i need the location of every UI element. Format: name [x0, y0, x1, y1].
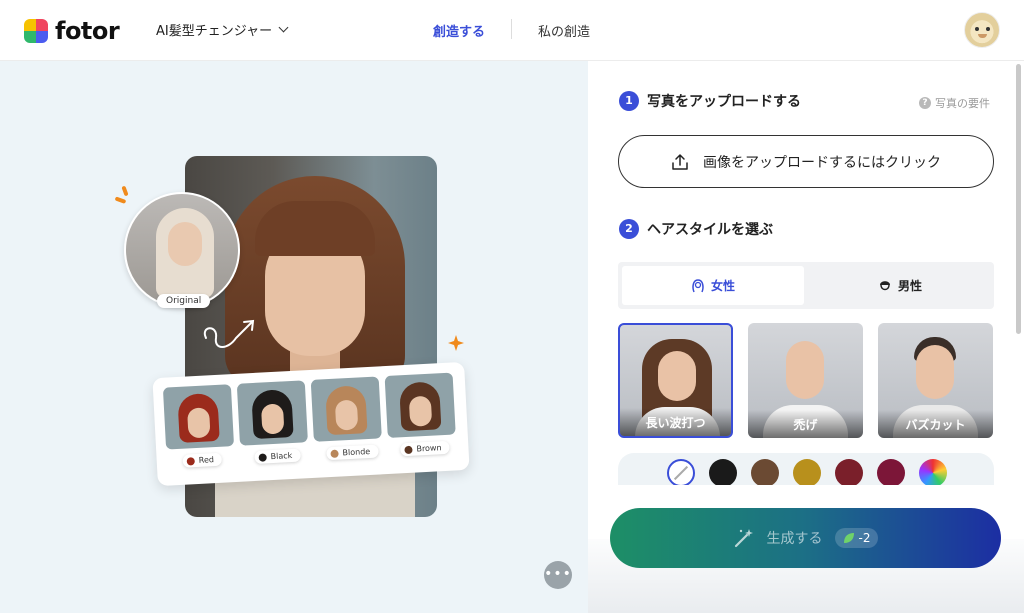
nav-create-tab[interactable]: 創造する: [433, 21, 485, 40]
panel-scrollbar[interactable]: [1016, 64, 1021, 334]
color-rainbow-option[interactable]: [919, 459, 947, 485]
upload-image-button[interactable]: 画像をアップロードするにはクリック: [618, 135, 994, 188]
sparkle-icon: [115, 186, 129, 204]
magic-wand-icon: [734, 529, 753, 548]
tab-female[interactable]: 女性: [622, 266, 804, 305]
gender-tabs: 女性 男性: [618, 262, 994, 309]
photo-requirements-link[interactable]: ? 写真の要件: [919, 95, 990, 111]
step2-heading: 2 ヘアスタイルを選ぶ: [619, 219, 773, 239]
upload-button-label: 画像をアップロードするにはクリック: [703, 154, 941, 171]
swatch-red-photo: [162, 384, 235, 450]
swatch-blonde-photo: [310, 376, 382, 442]
swatch-label: Blonde: [326, 444, 379, 461]
original-label: Original: [157, 294, 211, 308]
credit-cost-badge: -2: [834, 528, 879, 548]
swatch-label: Red: [182, 452, 223, 468]
step1-number: 1: [619, 91, 639, 111]
upload-icon: [672, 153, 688, 170]
color-gold-option[interactable]: [793, 459, 821, 485]
step1-title: 写真をアップロードする: [647, 94, 801, 110]
question-icon: ?: [919, 97, 931, 109]
tool-dropdown-label: AI髪型チェンジャー: [156, 24, 273, 39]
nav-my-creations-tab[interactable]: 私の創造: [538, 21, 590, 40]
swatch-brown-photo: [384, 372, 456, 438]
top-header: fotor AI髪型チェンジャー 創造する 私の創造: [0, 0, 1024, 61]
fotor-logo[interactable]: fotor: [24, 17, 120, 45]
color-wine-option[interactable]: [877, 459, 905, 485]
tab-male[interactable]: 男性: [810, 266, 990, 305]
arrow-swirl-icon: [203, 319, 255, 348]
original-photo: [124, 192, 240, 308]
star-sparkle-icon: [448, 335, 464, 351]
style-card-buzz-cut[interactable]: バズカット: [878, 323, 993, 438]
fotor-logo-icon: [24, 19, 48, 43]
hair-color-palette: [618, 453, 994, 485]
style-card-bald[interactable]: 禿げ: [748, 323, 863, 438]
style-card-long-wavy[interactable]: 長い波打つ: [618, 323, 733, 438]
logo-text: fotor: [55, 17, 120, 45]
chevron-down-icon: [278, 22, 289, 33]
user-avatar[interactable]: [964, 12, 1000, 48]
generate-label: 生成する: [766, 531, 823, 547]
swatch-label: Brown: [400, 440, 450, 457]
color-none-option[interactable]: [667, 459, 695, 485]
hair-color-strip: Red Black Blonde Brown: [152, 361, 470, 487]
preview-area: Original Red Black Blonde Brown •••: [0, 61, 588, 613]
leaf-icon: [843, 533, 854, 543]
female-icon: [692, 278, 704, 292]
generate-button[interactable]: 生成する -2: [610, 508, 1001, 568]
color-black-option[interactable]: [709, 459, 737, 485]
tool-dropdown[interactable]: AI髪型チェンジャー: [156, 20, 289, 39]
swatch-black-photo: [236, 380, 308, 446]
color-brown-option[interactable]: [751, 459, 779, 485]
more-options-button[interactable]: •••: [544, 561, 572, 589]
color-burgundy-option[interactable]: [835, 459, 863, 485]
settings-panel: 1 写真をアップロードする ? 写真の要件 画像をアップロードするにはクリック …: [588, 61, 1024, 613]
step1-heading: 1 写真をアップロードする: [619, 91, 801, 111]
male-icon: [879, 280, 890, 290]
nav-divider: [511, 19, 512, 39]
step2-title: ヘアスタイルを選ぶ: [647, 222, 773, 238]
step2-number: 2: [619, 219, 639, 239]
swatch-label: Black: [254, 448, 301, 464]
